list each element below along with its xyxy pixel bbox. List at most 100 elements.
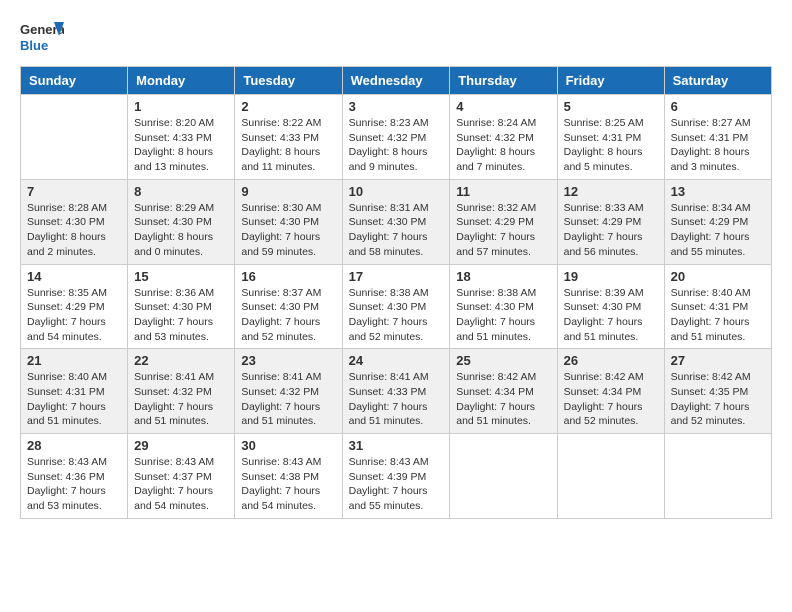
day-number: 27	[671, 353, 765, 368]
calendar-cell: 22 Sunrise: 8:41 AMSunset: 4:32 PMDayligh…	[128, 349, 235, 434]
day-info: Sunrise: 8:22 AMSunset: 4:33 PMDaylight:…	[241, 116, 335, 175]
calendar-cell: 3 Sunrise: 8:23 AMSunset: 4:32 PMDaylight…	[342, 95, 450, 180]
day-info: Sunrise: 8:41 AMSunset: 4:33 PMDaylight:…	[349, 370, 444, 429]
day-info: Sunrise: 8:40 AMSunset: 4:31 PMDaylight:…	[671, 286, 765, 345]
day-number: 17	[349, 269, 444, 284]
day-info: Sunrise: 8:27 AMSunset: 4:31 PMDaylight:…	[671, 116, 765, 175]
day-number: 22	[134, 353, 228, 368]
day-info: Sunrise: 8:31 AMSunset: 4:30 PMDaylight:…	[349, 201, 444, 260]
col-header-friday: Friday	[557, 67, 664, 95]
day-number: 12	[564, 184, 658, 199]
day-info: Sunrise: 8:24 AMSunset: 4:32 PMDaylight:…	[456, 116, 550, 175]
day-number: 2	[241, 99, 335, 114]
day-number: 1	[134, 99, 228, 114]
calendar-cell: 1 Sunrise: 8:20 AMSunset: 4:33 PMDaylight…	[128, 95, 235, 180]
day-number: 29	[134, 438, 228, 453]
day-number: 28	[27, 438, 121, 453]
logo-svg: General Blue	[20, 20, 64, 56]
calendar-cell: 23 Sunrise: 8:41 AMSunset: 4:32 PMDayligh…	[235, 349, 342, 434]
calendar-cell: 24 Sunrise: 8:41 AMSunset: 4:33 PMDayligh…	[342, 349, 450, 434]
day-number: 16	[241, 269, 335, 284]
day-info: Sunrise: 8:42 AMSunset: 4:34 PMDaylight:…	[456, 370, 550, 429]
calendar-cell: 13 Sunrise: 8:34 AMSunset: 4:29 PMDayligh…	[664, 179, 771, 264]
calendar-cell	[557, 434, 664, 519]
calendar-cell: 7 Sunrise: 8:28 AMSunset: 4:30 PMDaylight…	[21, 179, 128, 264]
day-number: 18	[456, 269, 550, 284]
col-header-sunday: Sunday	[21, 67, 128, 95]
calendar-cell: 14Sunrise: 8:35 AMSunset: 4:29 PMDayligh…	[21, 264, 128, 349]
calendar-cell: 15 Sunrise: 8:36 AMSunset: 4:30 PMDayligh…	[128, 264, 235, 349]
day-number: 30	[241, 438, 335, 453]
day-number: 11	[456, 184, 550, 199]
day-number: 7	[27, 184, 121, 199]
day-info: Sunrise: 8:30 AMSunset: 4:30 PMDaylight:…	[241, 201, 335, 260]
col-header-saturday: Saturday	[664, 67, 771, 95]
day-number: 5	[564, 99, 658, 114]
day-info: Sunrise: 8:41 AMSunset: 4:32 PMDaylight:…	[241, 370, 335, 429]
day-info: Sunrise: 8:34 AMSunset: 4:29 PMDaylight:…	[671, 201, 765, 260]
page-header: General Blue	[20, 20, 772, 56]
calendar-cell: 28 Sunrise: 8:43 AMSunset: 4:36 PMDayligh…	[21, 434, 128, 519]
calendar-cell	[664, 434, 771, 519]
calendar-cell: 4 Sunrise: 8:24 AMSunset: 4:32 PMDaylight…	[450, 95, 557, 180]
day-info: Sunrise: 8:28 AMSunset: 4:30 PMDaylight:…	[27, 201, 121, 260]
day-number: 9	[241, 184, 335, 199]
day-info: Sunrise: 8:38 AMSunset: 4:30 PMDaylight:…	[456, 286, 550, 345]
calendar-week-1: 1 Sunrise: 8:20 AMSunset: 4:33 PMDaylight…	[21, 95, 772, 180]
day-number: 6	[671, 99, 765, 114]
calendar-cell: 25 Sunrise: 8:42 AMSunset: 4:34 PMDayligh…	[450, 349, 557, 434]
calendar-cell: 11 Sunrise: 8:32 AMSunset: 4:29 PMDayligh…	[450, 179, 557, 264]
calendar-table: SundayMondayTuesdayWednesdayThursdayFrid…	[20, 66, 772, 519]
day-info: Sunrise: 8:43 AMSunset: 4:37 PMDaylight:…	[134, 455, 228, 514]
day-number: 21	[27, 353, 121, 368]
day-number: 25	[456, 353, 550, 368]
day-number: 10	[349, 184, 444, 199]
calendar-cell: 5 Sunrise: 8:25 AMSunset: 4:31 PMDaylight…	[557, 95, 664, 180]
col-header-wednesday: Wednesday	[342, 67, 450, 95]
day-info: Sunrise: 8:42 AMSunset: 4:34 PMDaylight:…	[564, 370, 658, 429]
calendar-week-5: 28 Sunrise: 8:43 AMSunset: 4:36 PMDayligh…	[21, 434, 772, 519]
calendar-cell: 12 Sunrise: 8:33 AMSunset: 4:29 PMDayligh…	[557, 179, 664, 264]
day-info: Sunrise: 8:37 AMSunset: 4:30 PMDaylight:…	[241, 286, 335, 345]
day-info: Sunrise: 8:39 AMSunset: 4:30 PMDaylight:…	[564, 286, 658, 345]
calendar-cell: 9 Sunrise: 8:30 AMSunset: 4:30 PMDaylight…	[235, 179, 342, 264]
calendar-cell: 18 Sunrise: 8:38 AMSunset: 4:30 PMDayligh…	[450, 264, 557, 349]
logo: General Blue	[20, 20, 64, 56]
day-number: 31	[349, 438, 444, 453]
day-number: 24	[349, 353, 444, 368]
day-info: Sunrise: 8:42 AMSunset: 4:35 PMDaylight:…	[671, 370, 765, 429]
calendar-week-2: 7 Sunrise: 8:28 AMSunset: 4:30 PMDaylight…	[21, 179, 772, 264]
calendar-cell: 31 Sunrise: 8:43 AMSunset: 4:39 PMDayligh…	[342, 434, 450, 519]
day-info: Sunrise: 8:38 AMSunset: 4:30 PMDaylight:…	[349, 286, 444, 345]
day-info: Sunrise: 8:41 AMSunset: 4:32 PMDaylight:…	[134, 370, 228, 429]
day-number: 15	[134, 269, 228, 284]
calendar-cell: 26 Sunrise: 8:42 AMSunset: 4:34 PMDayligh…	[557, 349, 664, 434]
calendar-week-4: 21Sunrise: 8:40 AMSunset: 4:31 PMDayligh…	[21, 349, 772, 434]
day-info: Sunrise: 8:43 AMSunset: 4:36 PMDaylight:…	[27, 455, 121, 514]
day-info: Sunrise: 8:43 AMSunset: 4:39 PMDaylight:…	[349, 455, 444, 514]
calendar-cell	[450, 434, 557, 519]
day-info: Sunrise: 8:33 AMSunset: 4:29 PMDaylight:…	[564, 201, 658, 260]
day-info: Sunrise: 8:25 AMSunset: 4:31 PMDaylight:…	[564, 116, 658, 175]
calendar-cell: 6 Sunrise: 8:27 AMSunset: 4:31 PMDaylight…	[664, 95, 771, 180]
day-number: 3	[349, 99, 444, 114]
col-header-monday: Monday	[128, 67, 235, 95]
day-info: Sunrise: 8:32 AMSunset: 4:29 PMDaylight:…	[456, 201, 550, 260]
calendar-cell: 16 Sunrise: 8:37 AMSunset: 4:30 PMDayligh…	[235, 264, 342, 349]
day-number: 20	[671, 269, 765, 284]
svg-text:Blue: Blue	[20, 38, 48, 53]
calendar-cell: 19Sunrise: 8:39 AMSunset: 4:30 PMDayligh…	[557, 264, 664, 349]
calendar-cell: 8Sunrise: 8:29 AMSunset: 4:30 PMDaylight…	[128, 179, 235, 264]
day-info: Sunrise: 8:23 AMSunset: 4:32 PMDaylight:…	[349, 116, 444, 175]
day-info: Sunrise: 8:43 AMSunset: 4:38 PMDaylight:…	[241, 455, 335, 514]
day-number: 4	[456, 99, 550, 114]
day-info: Sunrise: 8:29 AMSunset: 4:30 PMDaylight:…	[134, 201, 228, 260]
day-info: Sunrise: 8:36 AMSunset: 4:30 PMDaylight:…	[134, 286, 228, 345]
day-number: 26	[564, 353, 658, 368]
day-number: 13	[671, 184, 765, 199]
calendar-week-3: 14Sunrise: 8:35 AMSunset: 4:29 PMDayligh…	[21, 264, 772, 349]
calendar-cell	[21, 95, 128, 180]
day-info: Sunrise: 8:20 AMSunset: 4:33 PMDaylight:…	[134, 116, 228, 175]
day-number: 23	[241, 353, 335, 368]
calendar-cell: 20 Sunrise: 8:40 AMSunset: 4:31 PMDayligh…	[664, 264, 771, 349]
